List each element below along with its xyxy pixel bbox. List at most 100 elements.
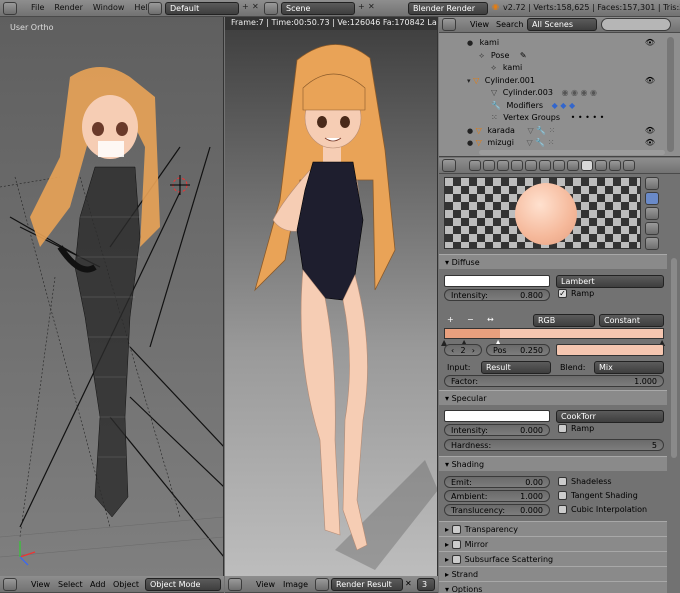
checkbox-unchecked[interactable]	[451, 540, 461, 549]
outliner-row-kami[interactable]: ● kami 👁	[439, 37, 667, 50]
outliner-row-mizugi[interactable]: ● ▽ mizugi ▽ 🔧 ⁙ 👁	[439, 137, 667, 150]
checkbox-unchecked[interactable]	[451, 525, 461, 534]
data-tab-icon[interactable]	[567, 160, 579, 171]
outliner-menu-view[interactable]: View	[470, 20, 489, 29]
texture-tab-icon[interactable]	[595, 160, 607, 171]
diffuse-ramp-checkbox[interactable]: ✓ Ramp	[558, 289, 594, 298]
ramp-factor-field[interactable]: Factor: 1.000	[444, 375, 664, 387]
translucency-field[interactable]: Translucency: 0.000	[444, 504, 550, 516]
outliner-row-kami-data[interactable]: ⟡ kami	[439, 62, 667, 75]
particles-tab-icon[interactable]	[609, 160, 621, 171]
render-engine-dropdown[interactable]: Blender Render	[408, 2, 488, 15]
scene-add-icon[interactable]: +	[358, 2, 365, 11]
expand-icon[interactable]: ●	[467, 127, 473, 135]
subsurface-panel-header[interactable]: ▸ Subsurface Scattering	[439, 551, 667, 566]
physics-tab-icon[interactable]	[623, 160, 635, 171]
transparency-panel-header[interactable]: ▸ Transparency	[439, 521, 667, 536]
checkbox-unchecked[interactable]	[558, 477, 567, 486]
diffuse-panel-header[interactable]: ▾ Diffuse	[439, 254, 667, 269]
viewport-menu-object[interactable]: Object	[113, 580, 139, 589]
preview-flat-icon[interactable]	[645, 177, 659, 190]
properties-editor-icon[interactable]	[442, 159, 456, 172]
layout-add-icon[interactable]: +	[242, 2, 249, 11]
visibility-eye-icon[interactable]: 👁	[645, 125, 655, 138]
checkbox-unchecked[interactable]	[451, 555, 461, 564]
outliner-menu-search[interactable]: Search	[496, 20, 523, 29]
ramp-remove-button[interactable]: −	[467, 315, 474, 324]
specular-intensity-field[interactable]: Intensity: 0.000	[444, 424, 550, 436]
material-tab-icon[interactable]	[581, 160, 593, 171]
viewport-3d[interactable]: User Ortho	[0, 17, 224, 576]
constraints-tab-icon[interactable]	[539, 160, 551, 171]
ramp-input-dropdown[interactable]: Result	[481, 361, 551, 374]
color-ramp-bar[interactable]	[444, 328, 664, 339]
checkbox-unchecked[interactable]	[558, 491, 567, 500]
image-menu-view[interactable]: View	[256, 580, 275, 589]
outliner-row-cylinder003[interactable]: ▽ Cylinder.003 ◉ ◉ ◉ ◉	[439, 87, 667, 100]
menu-render[interactable]: Render	[54, 3, 82, 12]
menu-window[interactable]: Window	[93, 3, 125, 12]
diffuse-shader-dropdown[interactable]: Lambert	[556, 275, 664, 288]
emit-field[interactable]: Emit: 0.00	[444, 476, 550, 488]
ramp-interpolation-dropdown[interactable]: Constant	[599, 314, 664, 327]
expand-icon[interactable]: ●	[467, 39, 473, 47]
layers-tab-icon[interactable]	[483, 160, 495, 171]
expand-icon[interactable]: ▾	[467, 77, 471, 85]
render-slot-dropdown[interactable]: 3	[417, 578, 435, 591]
menu-file[interactable]: File	[31, 3, 44, 12]
outliner-row-modifiers[interactable]: 🔧 Modifiers ◆ ◆ ◆	[439, 100, 667, 113]
image-menu-image[interactable]: Image	[283, 580, 308, 589]
scene-dropdown[interactable]: Scene	[281, 2, 355, 15]
outliner-editor-icon[interactable]	[442, 18, 456, 31]
strand-panel-header[interactable]: ▸ Strand	[439, 566, 667, 581]
ramp-blend-dropdown[interactable]: Mix	[594, 361, 664, 374]
render-viewer[interactable]: Frame:7 | Time:00:50.73 | Ve:126046 Fa:1…	[225, 17, 438, 576]
decrement-icon[interactable]: ‹	[451, 345, 454, 355]
ramp-color-mode-dropdown[interactable]: RGB	[533, 314, 595, 327]
ambient-field[interactable]: Ambient: 1.000	[444, 490, 550, 502]
scene-tab-icon[interactable]	[497, 160, 509, 171]
tangent-shading-checkbox[interactable]: Tangent Shading	[558, 491, 638, 500]
3d-view-editor-icon[interactable]	[3, 578, 17, 591]
outliner-row-pose[interactable]: ⟡ Pose ✎	[439, 50, 667, 63]
modifiers-tab-icon[interactable]	[553, 160, 565, 171]
viewport-menu-view[interactable]: View	[31, 580, 50, 589]
image-editor-icon[interactable]	[228, 578, 242, 591]
outliner-search-icon[interactable]	[601, 18, 671, 31]
image-browse-icon[interactable]	[315, 578, 329, 591]
screen-layout-icon[interactable]	[148, 2, 162, 15]
checkbox-unchecked[interactable]	[558, 424, 567, 433]
visibility-eye-icon[interactable]: 👁	[645, 137, 655, 150]
shading-panel-header[interactable]: ▾ Shading	[439, 456, 667, 471]
specular-shader-dropdown[interactable]: CookTorr	[556, 410, 664, 423]
properties-scrollbar[interactable]	[671, 258, 677, 458]
outliner-scrollbar[interactable]	[667, 37, 674, 152]
ramp-active-stop-field[interactable]: ‹ 2 ›	[444, 344, 482, 356]
preview-hair-icon[interactable]	[645, 237, 659, 250]
outliner-row-karada[interactable]: ● ▽ karada ▽ 🔧 ⁙ 👁	[439, 125, 667, 138]
preview-monkey-icon[interactable]	[645, 222, 659, 235]
cubic-interpolation-checkbox[interactable]: Cubic Interpolation	[558, 505, 647, 514]
layout-close-icon[interactable]: ✕	[252, 2, 259, 11]
specular-panel-header[interactable]: ▾ Specular	[439, 390, 667, 405]
render-result-dropdown[interactable]: Render Result	[331, 578, 403, 591]
visibility-eye-icon[interactable]: 👁	[645, 37, 655, 50]
options-panel-header[interactable]: ▾ Options	[439, 581, 667, 593]
outliner-filter-dropdown[interactable]: All Scenes	[527, 18, 597, 31]
scene-icon[interactable]	[264, 2, 278, 15]
mode-dropdown[interactable]: Object Mode	[145, 578, 221, 591]
object-tab-icon[interactable]	[525, 160, 537, 171]
mirror-panel-header[interactable]: ▸ Mirror	[439, 536, 667, 551]
ramp-flip-button[interactable]: ↔	[487, 315, 494, 324]
viewport-menu-select[interactable]: Select	[58, 580, 83, 589]
layout-dropdown[interactable]: Default	[165, 2, 239, 15]
preview-sphere-icon[interactable]	[645, 192, 659, 205]
specular-color-swatch[interactable]	[444, 410, 550, 422]
outliner-hscrollbar[interactable]	[479, 150, 665, 155]
info-editor-icon[interactable]	[3, 2, 17, 15]
checkbox-checked[interactable]: ✓	[558, 289, 567, 298]
ramp-position-field[interactable]: Pos 0.250	[486, 344, 550, 356]
specular-ramp-checkbox[interactable]: Ramp	[558, 424, 594, 433]
hardness-field[interactable]: Hardness: 5	[444, 439, 664, 451]
ramp-stop-color-swatch[interactable]	[556, 344, 664, 356]
